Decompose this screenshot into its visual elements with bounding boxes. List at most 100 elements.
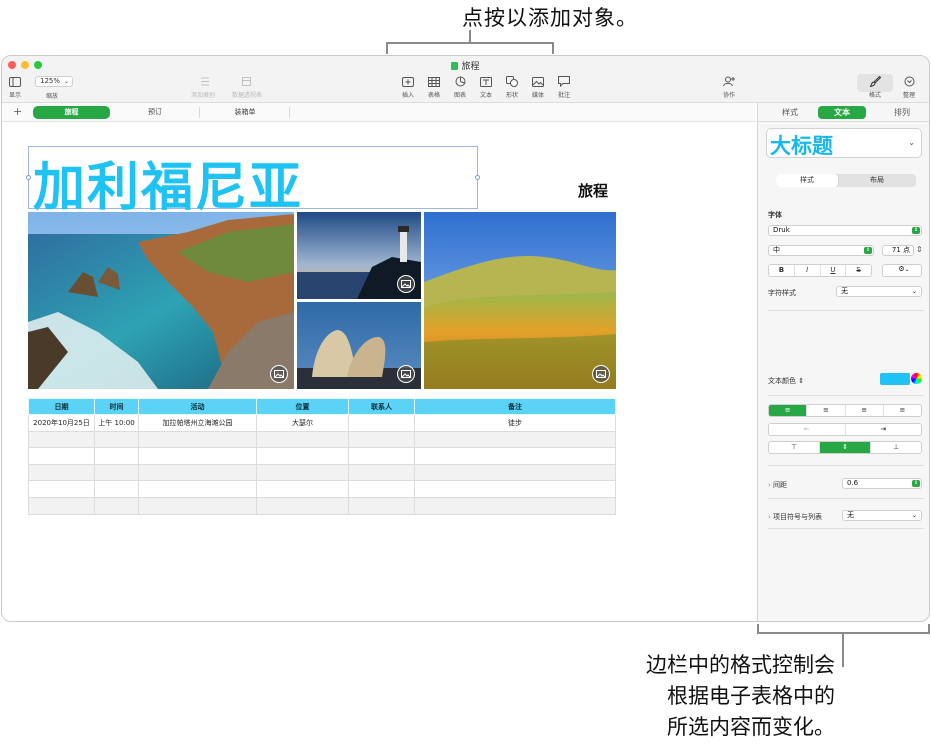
column-header-location[interactable]: 位置	[256, 398, 349, 415]
decrease-indent-button[interactable]: ⇤	[769, 424, 846, 435]
font-size-stepper[interactable]: ⇕	[916, 245, 923, 254]
table-cell[interactable]: 加拉帕塔州立海滩公园	[138, 414, 257, 432]
font-name-select[interactable]: Druk ⇕	[768, 225, 922, 236]
replace-image-button[interactable]	[270, 365, 288, 383]
tab-arrange[interactable]: 排列	[878, 106, 926, 119]
table-cell[interactable]	[256, 480, 349, 498]
table-button[interactable]: 表格	[427, 75, 441, 99]
lighthouse-photo[interactable]	[297, 212, 421, 299]
format-button[interactable]: 格式	[868, 75, 882, 99]
big-title[interactable]: 加利福尼亚	[33, 145, 303, 220]
table-cell[interactable]	[348, 463, 415, 482]
text-color-swatch[interactable]	[880, 373, 910, 385]
font-weight-select[interactable]: 中 ⇕	[768, 245, 874, 256]
align-left-button[interactable]: ≡	[769, 405, 808, 416]
table-cell[interactable]	[348, 414, 415, 432]
align-center-button[interactable]: ≡	[807, 405, 846, 416]
tab-text[interactable]: 文本	[818, 106, 866, 119]
text-button[interactable]: 文本	[479, 75, 493, 99]
table-cell[interactable]	[28, 480, 95, 498]
table-cell[interactable]	[138, 480, 257, 498]
color-wheel-icon[interactable]	[911, 373, 922, 384]
justify-button[interactable]: ≡	[884, 405, 921, 416]
table-cell[interactable]	[28, 463, 95, 482]
title-text-box[interactable]: 加利福尼亚	[26, 146, 480, 218]
pivot-table-button[interactable]: 数据透视表	[232, 75, 262, 99]
table-cell[interactable]: 2020年10月25日	[28, 414, 95, 432]
paragraph-style-select[interactable]: 大标题 ⌄	[766, 128, 922, 158]
align-right-button[interactable]: ≡	[846, 405, 884, 416]
poppies-photo[interactable]	[424, 212, 616, 389]
table-cell[interactable]	[256, 463, 349, 482]
table-cell[interactable]	[138, 447, 257, 465]
column-header-activity[interactable]: 活动	[138, 398, 257, 415]
table-cell[interactable]	[138, 496, 257, 515]
table-cell[interactable]	[94, 430, 139, 449]
table-cell[interactable]	[28, 447, 95, 465]
collaborate-button[interactable]: 协作	[722, 75, 736, 99]
table-cell[interactable]	[138, 430, 257, 449]
replace-image-button[interactable]	[397, 365, 415, 383]
sheet-tab-booking[interactable]: 预订	[115, 106, 195, 119]
bullets-select[interactable]: 无 ⌄	[842, 510, 922, 521]
table-cell[interactable]	[348, 447, 415, 465]
table-cell[interactable]	[414, 430, 616, 449]
add-sheet-button[interactable]: +	[13, 105, 22, 118]
insert-button[interactable]: 插入	[401, 75, 415, 99]
align-top-button[interactable]: ⊤	[769, 442, 820, 453]
italic-button[interactable]: I	[795, 265, 821, 276]
table-cell[interactable]	[138, 463, 257, 482]
table-cell[interactable]	[94, 480, 139, 498]
align-bottom-button[interactable]: ⊥	[871, 442, 921, 453]
comment-button[interactable]: 批注	[557, 75, 571, 99]
increase-indent-button[interactable]: ⇥	[846, 424, 922, 435]
add-category-button[interactable]: 添加类别	[191, 75, 215, 99]
table-cell[interactable]	[28, 430, 95, 449]
seals-photo[interactable]	[297, 302, 421, 389]
column-header-time[interactable]: 时间	[94, 398, 139, 415]
table-cell[interactable]	[94, 447, 139, 465]
table-cell[interactable]: 徒步	[414, 414, 616, 432]
zoom-select[interactable]: 125% ⌄	[35, 76, 73, 87]
table-cell[interactable]	[256, 447, 349, 465]
table-cell[interactable]	[348, 480, 415, 498]
table-cell[interactable]	[94, 496, 139, 515]
trip-heading[interactable]: 旅程	[578, 180, 608, 201]
table-cell[interactable]	[348, 496, 415, 515]
tab-style[interactable]: 样式	[766, 106, 814, 119]
table-cell[interactable]	[28, 496, 95, 515]
sheet-tab-packing[interactable]: 装箱单	[205, 106, 285, 119]
media-button[interactable]: 媒体	[531, 75, 545, 99]
view-button[interactable]: 显示	[8, 75, 22, 99]
spacing-disclosure[interactable]: › 间距	[768, 480, 787, 490]
table-cell[interactable]: 大瑟尔	[256, 414, 349, 432]
text-color-label[interactable]: 文本颜色 ⇕	[768, 376, 804, 386]
font-size-field[interactable]: 71 点	[882, 245, 914, 256]
organize-button[interactable]: 整理	[902, 75, 916, 99]
coast-photo[interactable]	[28, 212, 294, 389]
table-cell[interactable]	[94, 463, 139, 482]
itinerary-table[interactable]: 日期 时间 活动 位置 联系人 备注 2020年10月25日 上午 10:00 …	[28, 398, 616, 515]
segment-layout[interactable]: 布局	[838, 174, 916, 187]
shape-button[interactable]: 形状	[505, 75, 519, 99]
align-middle-button[interactable]: ⇕	[820, 442, 871, 453]
column-header-contact[interactable]: 联系人	[348, 398, 415, 415]
table-cell[interactable]	[256, 496, 349, 515]
strikethrough-button[interactable]: S	[846, 265, 871, 276]
bold-button[interactable]: B	[769, 265, 795, 276]
table-cell[interactable]	[414, 480, 616, 498]
replace-image-button[interactable]	[397, 275, 415, 293]
spacing-select[interactable]: 0.6 ⇕	[842, 478, 922, 489]
table-cell[interactable]	[414, 496, 616, 515]
table-cell[interactable]	[348, 430, 415, 449]
bullets-disclosure[interactable]: › 项目符号与列表	[768, 512, 822, 522]
table-cell[interactable]	[414, 447, 616, 465]
underline-button[interactable]: U	[821, 265, 847, 276]
advanced-options-button[interactable]: ⚙⌄	[882, 264, 922, 277]
column-header-date[interactable]: 日期	[28, 398, 95, 415]
column-header-notes[interactable]: 备注	[414, 398, 616, 415]
table-cell[interactable]	[414, 463, 616, 482]
table-cell[interactable]	[256, 430, 349, 449]
segment-style[interactable]: 样式	[776, 174, 838, 187]
resize-handle-left[interactable]	[26, 175, 31, 180]
